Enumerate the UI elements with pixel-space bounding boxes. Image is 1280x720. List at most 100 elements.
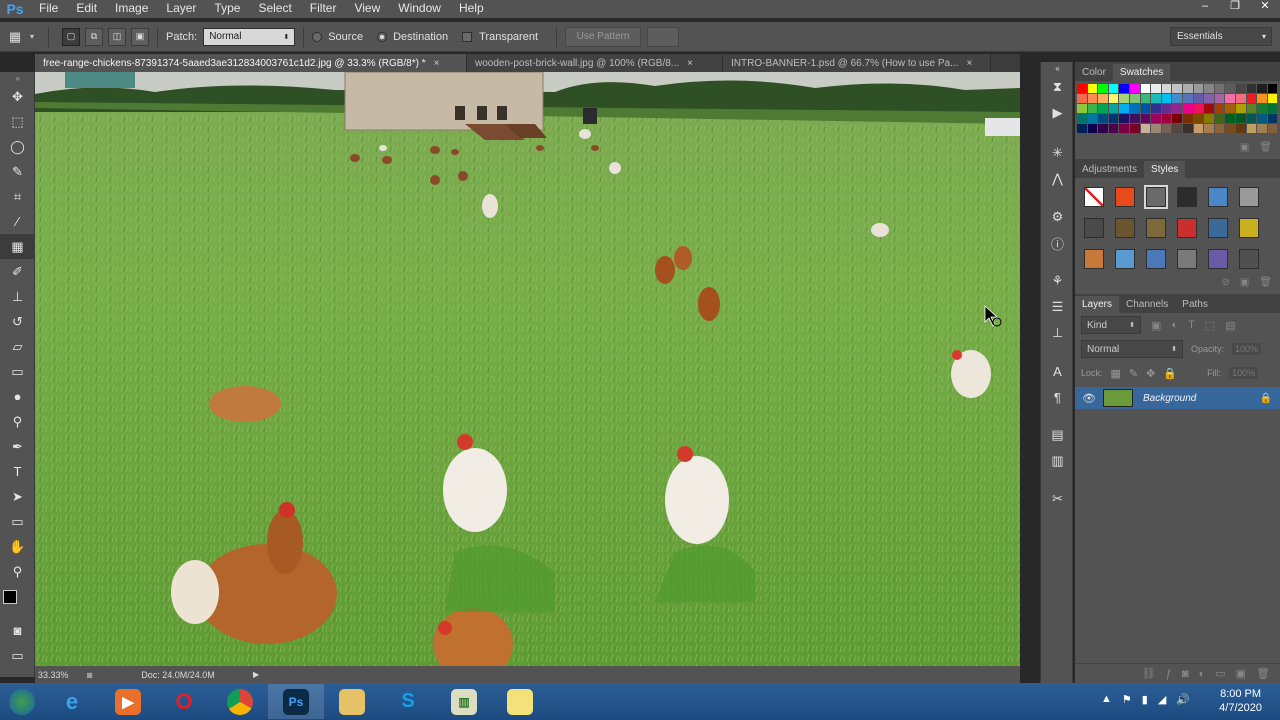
- quick-selection-tool-icon[interactable]: ✎: [0, 159, 35, 184]
- filter-pixel-icon[interactable]: ▣: [1151, 319, 1161, 332]
- blend-mode-select[interactable]: Normal ⬍: [1081, 340, 1183, 358]
- swatch[interactable]: [1204, 124, 1214, 133]
- swatch[interactable]: [1172, 114, 1182, 123]
- style-preset[interactable]: [1079, 182, 1109, 212]
- tab-channels[interactable]: Channels: [1119, 296, 1175, 313]
- menu-image[interactable]: Image: [106, 0, 157, 18]
- close-tab-icon[interactable]: ×: [434, 58, 440, 69]
- swatch[interactable]: [1193, 104, 1204, 113]
- transparent-checkbox[interactable]: [462, 31, 473, 42]
- swatch[interactable]: [1235, 124, 1246, 133]
- swatch[interactable]: [1214, 84, 1225, 93]
- blur-tool-icon[interactable]: ●: [0, 384, 35, 409]
- swatch[interactable]: [1140, 114, 1151, 123]
- brush-tool-icon[interactable]: ✐: [0, 259, 35, 284]
- swatch[interactable]: [1140, 124, 1151, 133]
- lock-all-icon[interactable]: 🔒: [1163, 367, 1177, 380]
- swatch[interactable]: [1108, 94, 1119, 103]
- swatch[interactable]: [1161, 84, 1172, 93]
- info-icon[interactable]: ⓘ: [1041, 230, 1074, 256]
- pen-tool-icon[interactable]: ✒: [0, 434, 35, 459]
- swatch[interactable]: [1257, 104, 1267, 113]
- new-selection-icon[interactable]: ▢: [62, 27, 81, 46]
- swatch[interactable]: [1119, 124, 1129, 133]
- tab-layers[interactable]: Layers: [1075, 296, 1120, 313]
- destination-radio[interactable]: [377, 31, 388, 42]
- marquee-tool-icon[interactable]: ⬚: [0, 109, 35, 134]
- swatch[interactable]: [1193, 114, 1204, 123]
- start-button[interactable]: [0, 684, 44, 719]
- swatch[interactable]: [1204, 104, 1214, 113]
- lock-position-icon[interactable]: ✥: [1146, 367, 1155, 380]
- taskbar-chart-app[interactable]: ▥: [436, 684, 492, 719]
- swatch[interactable]: [1087, 114, 1098, 123]
- type-tool-icon[interactable]: T: [0, 459, 35, 484]
- filter-adjustment-icon[interactable]: ◐: [1171, 319, 1178, 331]
- move-tool-icon[interactable]: ✥: [0, 84, 35, 109]
- swatch[interactable]: [1257, 114, 1267, 123]
- properties-icon[interactable]: ☰: [1041, 294, 1074, 320]
- swatch[interactable]: [1193, 124, 1204, 133]
- swatch[interactable]: [1108, 104, 1119, 113]
- swatch[interactable]: [1087, 94, 1098, 103]
- filter-shape-icon[interactable]: ⬚: [1205, 319, 1215, 332]
- clear-style-icon[interactable]: ⊘: [1221, 277, 1229, 288]
- delete-style-icon[interactable]: 🗑: [1259, 277, 1272, 288]
- use-pattern-button[interactable]: Use Pattern: [565, 26, 642, 47]
- lasso-tool-icon[interactable]: ◯: [0, 134, 35, 159]
- layer-mask-icon[interactable]: ◙: [1182, 668, 1189, 680]
- swatch[interactable]: [1267, 124, 1278, 133]
- swatch[interactable]: [1119, 104, 1129, 113]
- swatch[interactable]: [1119, 94, 1129, 103]
- swatch[interactable]: [1119, 114, 1129, 123]
- swatch[interactable]: [1172, 124, 1182, 133]
- swatch[interactable]: [1108, 114, 1119, 123]
- swatch[interactable]: [1267, 84, 1278, 93]
- menu-edit[interactable]: Edit: [67, 0, 106, 18]
- menu-layer[interactable]: Layer: [157, 0, 205, 18]
- delete-swatch-icon[interactable]: 🗑: [1259, 142, 1272, 153]
- rectangle-tool-icon[interactable]: ▭: [0, 509, 35, 534]
- swatch[interactable]: [1108, 84, 1119, 93]
- style-preset[interactable]: [1141, 244, 1171, 274]
- tab-styles[interactable]: Styles: [1144, 161, 1186, 178]
- screen-mode-icon[interactable]: ▭: [0, 643, 35, 668]
- style-preset[interactable]: [1141, 182, 1171, 212]
- swatch[interactable]: [1235, 104, 1246, 113]
- flag-icon[interactable]: ⚑: [1122, 693, 1132, 706]
- show-hidden-icons-icon[interactable]: ▲: [1101, 693, 1112, 706]
- menu-file[interactable]: File: [30, 0, 67, 18]
- swatch[interactable]: [1182, 94, 1193, 103]
- lock-transparent-icon[interactable]: ▦: [1111, 367, 1121, 380]
- swatch[interactable]: [1129, 104, 1140, 113]
- swatch[interactable]: [1182, 114, 1193, 123]
- swatch[interactable]: [1108, 124, 1119, 133]
- style-preset[interactable]: [1234, 182, 1264, 212]
- swatch[interactable]: [1077, 94, 1087, 103]
- swatch[interactable]: [1129, 114, 1140, 123]
- tools-icon[interactable]: ✂: [1041, 486, 1074, 512]
- swatch[interactable]: [1129, 94, 1140, 103]
- path-selection-tool-icon[interactable]: ➤: [0, 484, 35, 509]
- source-radio[interactable]: [312, 31, 323, 42]
- swatch[interactable]: [1225, 114, 1235, 123]
- tab-adjustments[interactable]: Adjustments: [1075, 161, 1144, 178]
- swatch[interactable]: [1129, 124, 1140, 133]
- delete-layer-icon[interactable]: 🗑: [1256, 667, 1270, 680]
- restore-button[interactable]: ❐: [1220, 0, 1250, 14]
- swatch[interactable]: [1214, 104, 1225, 113]
- swatch[interactable]: [1235, 84, 1246, 93]
- swatch[interactable]: [1214, 94, 1225, 103]
- style-preset[interactable]: [1203, 182, 1233, 212]
- swatch[interactable]: [1098, 114, 1108, 123]
- status-menu-arrow-icon[interactable]: ▶: [253, 670, 259, 679]
- history-brush-tool-icon[interactable]: ↺: [0, 309, 35, 334]
- swatch[interactable]: [1151, 114, 1161, 123]
- volume-icon[interactable]: 🔊: [1176, 693, 1190, 706]
- proof-icon[interactable]: ◙: [87, 670, 103, 680]
- taskbar-photoshop[interactable]: Ps: [268, 684, 324, 719]
- swatch[interactable]: [1151, 124, 1161, 133]
- taskbar-chrome[interactable]: [212, 684, 268, 719]
- tool-presets-icon[interactable]: ⊥: [1041, 320, 1074, 346]
- swatch[interactable]: [1267, 94, 1278, 103]
